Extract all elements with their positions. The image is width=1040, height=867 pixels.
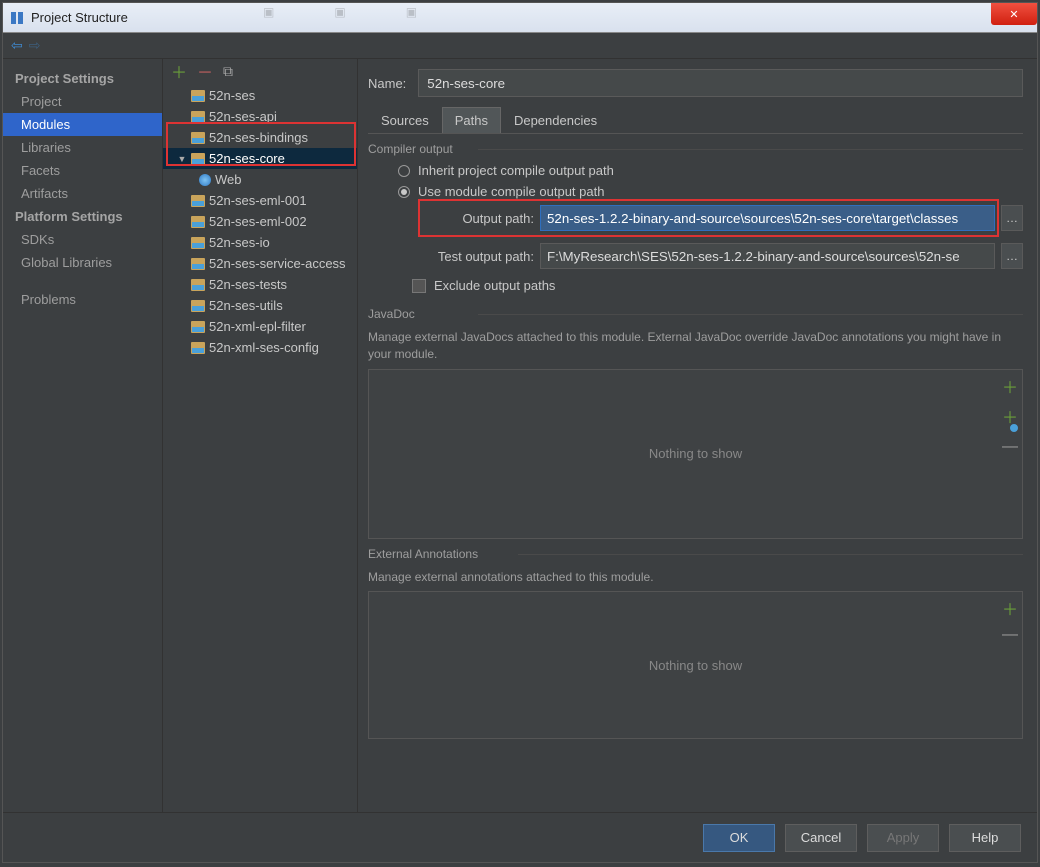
folder-icon (191, 216, 205, 228)
module-name-input[interactable] (418, 69, 1023, 97)
browse-output-button[interactable]: … (1001, 205, 1023, 231)
tree-item[interactable]: 52n-xml-epl-filter (163, 316, 357, 337)
folder-icon (191, 300, 205, 312)
add-annotation-icon[interactable]: ＋ (1002, 596, 1018, 620)
history-toolbar: ⇦ ⇨ (3, 33, 1037, 59)
folder-icon (191, 153, 205, 165)
remove-annotation-icon[interactable]: — (1002, 626, 1018, 644)
javadoc-section: JavaDoc (368, 307, 1023, 321)
folder-icon (191, 111, 205, 123)
sidebar-item-facets[interactable]: Facets (3, 159, 162, 182)
tree-item[interactable]: 52n-ses-utils (163, 295, 357, 316)
sidebar-heading-project: Project Settings (3, 67, 162, 90)
test-output-path-row: Test output path: … (368, 240, 1023, 272)
annotations-section: External Annotations (368, 547, 1023, 561)
output-path-input[interactable] (540, 205, 995, 231)
browse-test-output-button[interactable]: … (1001, 243, 1023, 269)
tree-item[interactable]: ▼52n-ses-core (163, 148, 357, 169)
folder-icon (191, 279, 205, 291)
folder-icon (191, 321, 205, 333)
tree-item[interactable]: 52n-xml-ses-config (163, 337, 357, 358)
javadoc-list[interactable]: Nothing to show ＋ ＋ — (368, 369, 1023, 539)
sidebar-item-problems[interactable]: Problems (3, 288, 162, 311)
dialog-footer: OK Cancel Apply Help (3, 812, 1037, 862)
sidebar-item-global-libraries[interactable]: Global Libraries (3, 251, 162, 274)
titlebar: Project Structure ▣▣▣ ✕ (3, 3, 1037, 33)
help-button[interactable]: Help (949, 824, 1021, 852)
checkbox-icon (412, 279, 426, 293)
tab-paths[interactable]: Paths (442, 107, 501, 133)
tree-item[interactable]: 52n-ses-api (163, 106, 357, 127)
ok-button[interactable]: OK (703, 824, 775, 852)
folder-icon (191, 237, 205, 249)
tree-item[interactable]: 52n-ses-eml-002 (163, 211, 357, 232)
tree-item-child[interactable]: Web (163, 169, 357, 190)
web-icon (199, 174, 211, 186)
remove-module-icon[interactable]: － (197, 59, 213, 83)
tree-item[interactable]: 52n-ses-service-access (163, 253, 357, 274)
radio-off-icon (398, 165, 410, 177)
folder-icon (191, 132, 205, 144)
add-module-icon[interactable]: ＋ (171, 59, 187, 83)
background-tabs: ▣▣▣ (263, 5, 417, 19)
radio-on-icon (398, 186, 410, 198)
sidebar-item-libraries[interactable]: Libraries (3, 136, 162, 159)
sidebar-item-artifacts[interactable]: Artifacts (3, 182, 162, 205)
folder-icon (191, 258, 205, 270)
output-path-row: Output path: … (368, 202, 1023, 234)
tree-item[interactable]: 52n-ses-bindings (163, 127, 357, 148)
add-javadoc-icon[interactable]: ＋ (1002, 374, 1018, 398)
tree-item[interactable]: 52n-ses-eml-001 (163, 190, 357, 211)
tab-sources[interactable]: Sources (368, 107, 442, 133)
forward-icon[interactable]: ⇨ (29, 37, 41, 54)
apply-button[interactable]: Apply (867, 824, 939, 852)
radio-inherit[interactable]: Inherit project compile output path (368, 160, 1023, 181)
annotations-list[interactable]: Nothing to show ＋ — (368, 591, 1023, 739)
test-output-input[interactable] (540, 243, 995, 269)
folder-icon (191, 90, 205, 102)
annotations-desc: Manage external annotations attached to … (368, 569, 1023, 586)
settings-sidebar: Project Settings Project Modules Librari… (3, 59, 163, 812)
sidebar-item-project[interactable]: Project (3, 90, 162, 113)
sidebar-heading-platform: Platform Settings (3, 205, 162, 228)
cancel-button[interactable]: Cancel (785, 824, 857, 852)
sidebar-item-sdks[interactable]: SDKs (3, 228, 162, 251)
add-javadoc-url-icon[interactable]: ＋ (1002, 404, 1018, 432)
back-icon[interactable]: ⇦ (11, 37, 23, 54)
app-icon (9, 10, 25, 26)
copy-module-icon[interactable]: ⧉ (223, 63, 233, 80)
close-window-button[interactable]: ✕ (991, 3, 1037, 25)
name-label: Name: (368, 76, 406, 91)
tab-dependencies[interactable]: Dependencies (501, 107, 610, 133)
module-detail-panel: Name: SourcesPathsDependencies Compiler … (358, 59, 1037, 812)
module-tree[interactable]: 52n-ses52n-ses-api52n-ses-bindings▼52n-s… (163, 83, 357, 812)
remove-javadoc-icon[interactable]: — (1002, 438, 1018, 456)
tree-item[interactable]: 52n-ses (163, 85, 357, 106)
javadoc-desc: Manage external JavaDocs attached to thi… (368, 329, 1023, 363)
radio-module[interactable]: Use module compile output path (368, 181, 1023, 202)
folder-icon (191, 195, 205, 207)
window-title: Project Structure (31, 10, 128, 25)
exclude-paths-checkbox[interactable]: Exclude output paths (368, 272, 1023, 299)
sidebar-item-modules[interactable]: Modules (3, 113, 162, 136)
compiler-output-section: Compiler output (368, 142, 1023, 156)
output-path-label: Output path: (422, 211, 534, 226)
folder-icon (191, 342, 205, 354)
tree-item[interactable]: 52n-ses-tests (163, 274, 357, 295)
test-output-label: Test output path: (422, 249, 534, 264)
tree-item[interactable]: 52n-ses-io (163, 232, 357, 253)
module-tabs: SourcesPathsDependencies (368, 107, 1023, 134)
module-tree-panel: ＋ － ⧉ 52n-ses52n-ses-api52n-ses-bindings… (163, 59, 358, 812)
